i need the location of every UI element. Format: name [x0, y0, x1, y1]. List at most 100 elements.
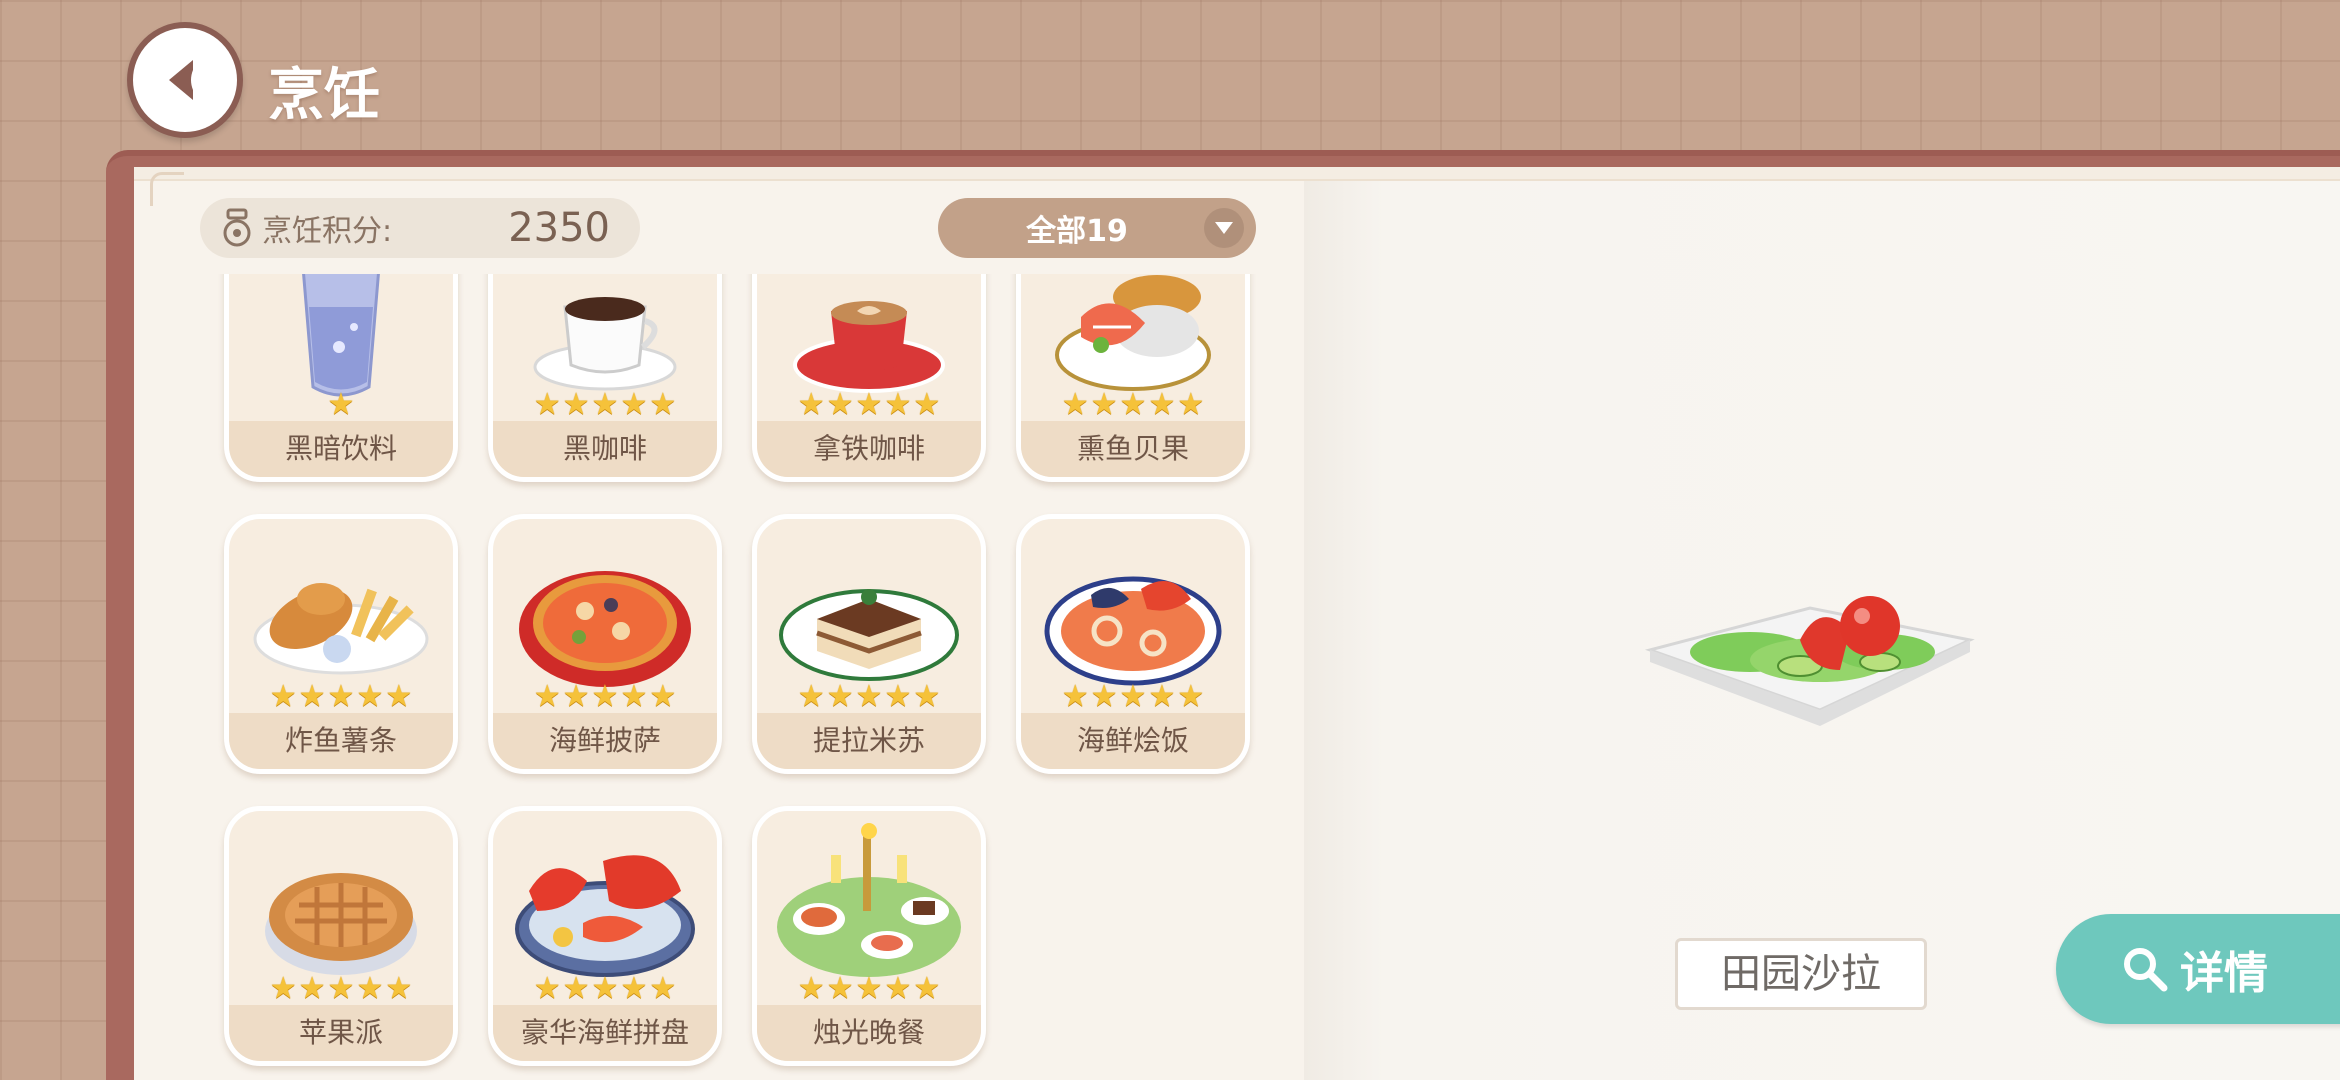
- star-icon: ★: [533, 679, 561, 714]
- seafood-platter-image: [515, 855, 695, 977]
- star-icon: ★: [855, 679, 883, 714]
- star-icon: ★: [385, 971, 413, 1006]
- medal-icon: [223, 208, 251, 247]
- star-rating: ★ ★ ★ ★ ★: [1021, 681, 1245, 713]
- star-icon: ★: [356, 679, 384, 714]
- star-icon: ★: [591, 679, 619, 714]
- score-value: 2350: [508, 205, 610, 251]
- seafood-pizza-image: [519, 571, 691, 687]
- star-rating: ★ ★ ★ ★ ★: [493, 389, 717, 421]
- star-icon: ★: [327, 387, 355, 422]
- star-rating: ★ ★ ★ ★ ★: [493, 681, 717, 713]
- details-button[interactable]: 详情: [2056, 914, 2340, 1024]
- recipe-card[interactable]: ★ ★ ★ ★ ★ 烛光晚餐: [752, 806, 986, 1066]
- star-rating: ★ ★ ★ ★ ★: [757, 389, 981, 421]
- details-label: 详情: [2180, 948, 2268, 999]
- candlelight-dinner-image: [777, 823, 961, 977]
- recipe-name: 黑暗饮料: [229, 421, 453, 477]
- star-icon: ★: [620, 971, 648, 1006]
- star-icon: ★: [855, 387, 883, 422]
- recipe-card[interactable]: ★ ★ ★ ★ ★ 海鲜披萨: [488, 514, 722, 774]
- recipe-card[interactable]: ★ ★ ★ ★ ★ 拿铁咖啡: [752, 274, 986, 482]
- star-icon: ★: [1090, 387, 1118, 422]
- star-icon: ★: [1177, 679, 1205, 714]
- recipe-card[interactable]: ★ ★ ★ ★ ★ 熏鱼贝果: [1016, 274, 1250, 482]
- recipe-name: 海鲜烩饭: [1021, 713, 1245, 769]
- recipe-card[interactable]: ★ ★ ★ ★ ★ 黑咖啡: [488, 274, 722, 482]
- recipe-name: 烛光晚餐: [757, 1005, 981, 1061]
- star-icon: ★: [327, 679, 355, 714]
- star-icon: ★: [562, 971, 590, 1006]
- star-icon: ★: [591, 387, 619, 422]
- star-rating: ★ ★ ★ ★ ★: [757, 681, 981, 713]
- star-icon: ★: [1148, 387, 1176, 422]
- star-icon: ★: [913, 679, 941, 714]
- star-rating: ★ ★ ★ ★ ★: [229, 681, 453, 713]
- star-icon: ★: [533, 387, 561, 422]
- star-icon: ★: [797, 679, 825, 714]
- star-icon: ★: [298, 971, 326, 1006]
- star-rating: ★ ★ ★ ★ ★: [1021, 389, 1245, 421]
- star-icon: ★: [884, 971, 912, 1006]
- filter-label: 全部19: [1026, 214, 1128, 249]
- star-icon: ★: [913, 387, 941, 422]
- star-icon: ★: [269, 679, 297, 714]
- star-icon: ★: [1061, 679, 1089, 714]
- recipe-card[interactable]: ★ ★ ★ ★ ★ 炸鱼薯条: [224, 514, 458, 774]
- star-icon: ★: [649, 971, 677, 1006]
- recipe-name: 熏鱼贝果: [1021, 421, 1245, 477]
- recipe-card[interactable]: ★ 黑暗饮料: [224, 274, 458, 482]
- star-icon: ★: [1148, 679, 1176, 714]
- fish-and-chips-image: [253, 583, 429, 675]
- recipe-card[interactable]: ★ ★ ★ ★ ★ 提拉米苏: [752, 514, 986, 774]
- recipe-grid[interactable]: ★ 黑暗饮料 ★ ★ ★ ★ ★ 黑咖啡 ★ ★ ★ ★ ★ 拿铁咖啡 ★ ★ …: [210, 274, 1270, 1080]
- star-icon: ★: [884, 387, 912, 422]
- star-icon: ★: [298, 679, 326, 714]
- star-icon: ★: [327, 971, 355, 1006]
- star-icon: ★: [913, 971, 941, 1006]
- page-title: 烹饪: [268, 63, 380, 128]
- star-icon: ★: [826, 679, 854, 714]
- back-button[interactable]: [127, 22, 243, 138]
- filter-dropdown[interactable]: 全部19: [938, 198, 1256, 258]
- star-icon: ★: [1090, 679, 1118, 714]
- seafood-paella-image: [1044, 576, 1222, 686]
- score-label: 烹饪积分:: [262, 214, 393, 249]
- star-icon: ★: [855, 971, 883, 1006]
- recipe-card[interactable]: ★ ★ ★ ★ ★ 海鲜烩饭: [1016, 514, 1250, 774]
- star-icon: ★: [649, 387, 677, 422]
- recipe-name: 炸鱼薯条: [229, 713, 453, 769]
- chevron-down-icon: [1204, 208, 1244, 248]
- star-icon: ★: [1119, 679, 1147, 714]
- star-rating: ★ ★ ★ ★ ★: [757, 973, 981, 1005]
- recipe-card[interactable]: ★ ★ ★ ★ ★ 豪华海鲜拼盘: [488, 806, 722, 1066]
- garden-salad-preview: [1644, 596, 1975, 726]
- recipe-name: 豪华海鲜拼盘: [493, 1005, 717, 1061]
- recipe-name: 拿铁咖啡: [757, 421, 981, 477]
- page-top-edge: [134, 167, 2340, 181]
- star-icon: ★: [591, 971, 619, 1006]
- star-icon: ★: [826, 971, 854, 1006]
- apple-pie-image: [265, 873, 417, 975]
- star-icon: ★: [826, 387, 854, 422]
- star-rating: ★: [229, 389, 453, 421]
- star-icon: ★: [356, 971, 384, 1006]
- tiramisu-image: [779, 589, 959, 681]
- star-icon: ★: [797, 971, 825, 1006]
- star-icon: ★: [1061, 387, 1089, 422]
- recipe-name: 苹果派: [229, 1005, 453, 1061]
- star-rating: ★ ★ ★ ★ ★: [493, 973, 717, 1005]
- star-rating: ★ ★ ★ ★ ★: [229, 973, 453, 1005]
- back-arrow-icon: [169, 60, 193, 100]
- star-icon: ★: [649, 679, 677, 714]
- star-icon: ★: [797, 387, 825, 422]
- recipe-card[interactable]: ★ ★ ★ ★ ★ 苹果派: [224, 806, 458, 1066]
- selected-dish-name: 田园沙拉: [1675, 938, 1927, 1010]
- search-icon: [2124, 948, 2168, 992]
- recipe-name: 提拉米苏: [757, 713, 981, 769]
- recipe-name: 黑咖啡: [493, 421, 717, 477]
- recipe-name: 海鲜披萨: [493, 713, 717, 769]
- star-icon: ★: [533, 971, 561, 1006]
- star-icon: ★: [269, 971, 297, 1006]
- star-icon: ★: [385, 679, 413, 714]
